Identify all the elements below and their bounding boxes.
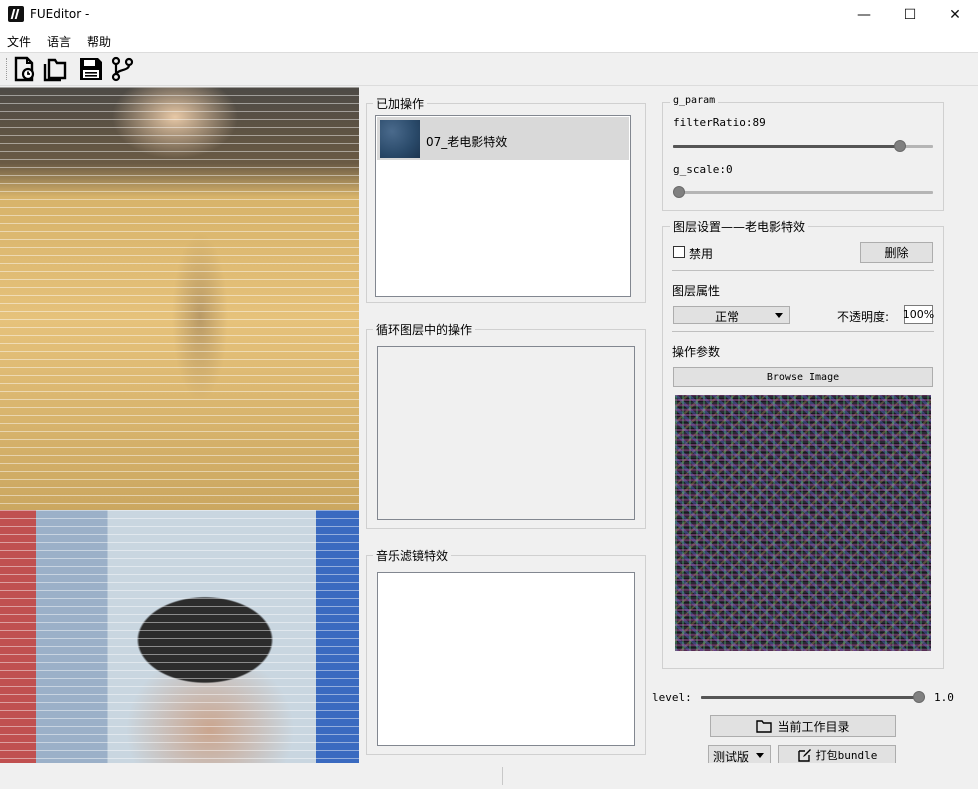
pack-bundle-label: 打包bundle [815, 749, 878, 762]
divider [672, 331, 934, 332]
toolbar [0, 52, 978, 86]
new-file-icon[interactable] [12, 56, 38, 82]
pack-bundle-button[interactable]: 打包bundle [778, 745, 896, 765]
title-bar [0, 0, 978, 30]
preview-frame-bottom [0, 510, 359, 763]
app-logo-icon [8, 6, 24, 22]
op-params-title: 操作参数 [672, 345, 721, 359]
level-label: level: [652, 691, 692, 704]
chevron-down-icon [756, 753, 764, 758]
g-param-title: g_param [670, 95, 719, 106]
save-icon[interactable] [78, 56, 104, 82]
disable-checkbox[interactable] [673, 246, 685, 258]
blend-mode-select[interactable]: 正常 [673, 306, 790, 324]
menu-language[interactable]: 语言 [47, 33, 71, 50]
g-scale-track[interactable] [673, 191, 933, 194]
layer-settings-title: 图层设置——老电影特效 [670, 218, 809, 235]
loop-ops-title: 循环图层中的操作 [373, 321, 476, 338]
branch-icon[interactable] [110, 56, 136, 82]
opacity-input[interactable]: 100% [903, 305, 934, 324]
filter-ratio-fill [673, 145, 900, 148]
divider [672, 270, 934, 271]
g-scale-slider-handle[interactable] [673, 186, 685, 198]
operation-thumbnail [380, 120, 420, 158]
music-filter-list[interactable] [377, 572, 635, 746]
version-select[interactable]: 测试版 [708, 745, 771, 765]
workdir-label: 当前工作目录 [777, 719, 850, 734]
menu-bar [0, 30, 978, 52]
operation-label: 07_老电影特效 [426, 135, 508, 149]
delete-button[interactable]: 删除 [860, 242, 933, 263]
blend-mode-value: 正常 [715, 310, 740, 324]
status-separator [502, 767, 503, 785]
music-filter-title: 音乐滤镜特效 [373, 547, 452, 564]
maximize-button[interactable]: ☐ [887, 0, 933, 30]
workdir-button[interactable]: 当前工作目录 [710, 715, 896, 737]
layer-props-title: 图层属性 [672, 284, 721, 298]
menu-file[interactable]: 文件 [7, 33, 31, 50]
level-slider-handle[interactable] [913, 691, 925, 703]
folder-icon [756, 720, 773, 733]
toolbar-grip [6, 58, 8, 80]
browse-image-button[interactable]: Browse Image [673, 367, 933, 387]
window-title: FUEditor - [30, 7, 90, 21]
status-bar [0, 763, 978, 789]
noise-texture-image [675, 395, 931, 651]
open-folder-icon[interactable] [42, 56, 68, 82]
level-fill [701, 696, 919, 699]
level-value: 1.0 [934, 691, 954, 704]
chevron-down-icon [775, 313, 783, 318]
minimize-button[interactable]: — [841, 0, 887, 30]
loop-ops-list[interactable] [377, 346, 635, 520]
menu-help[interactable]: 帮助 [87, 33, 111, 50]
filter-ratio-label: filterRatio:89 [673, 116, 766, 129]
added-ops-title: 已加操作 [373, 95, 428, 112]
edit-icon [797, 749, 811, 762]
g-scale-label: g_scale:0 [673, 163, 733, 176]
preview-frame-top [0, 87, 359, 510]
opacity-label: 不透明度: [837, 310, 890, 324]
close-button[interactable]: ✕ [932, 0, 978, 30]
filter-ratio-slider-handle[interactable] [893, 140, 906, 152]
disable-label: 禁用 [689, 247, 714, 261]
preview-canvas [0, 87, 359, 763]
